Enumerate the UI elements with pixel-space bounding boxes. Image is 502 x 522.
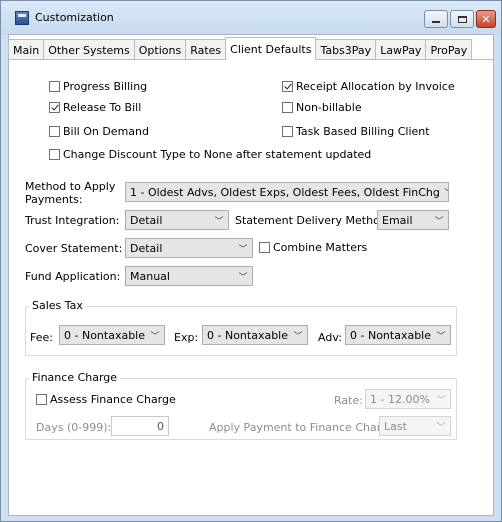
release-to-bill-label: Release To Bill [63,101,142,114]
change-discount-label: Change Discount Type to None after state… [63,148,372,161]
finance-charge-title: Finance Charge [29,371,121,384]
change-discount-checkbox[interactable]: Change Discount Type to None after state… [49,148,371,161]
exp-label: Exp: [174,331,199,344]
progress-billing-label: Progress Billing [63,80,148,93]
bill-on-demand-label: Bill On Demand [63,125,149,138]
window-title: Customization [35,11,114,24]
non-billable-label: Non-billable [296,101,362,114]
adv-label: Adv: [318,331,342,344]
checkbox-box[interactable] [49,149,60,160]
chevron-down-icon: ﹀ [238,244,248,255]
tab-main[interactable]: Main [8,39,45,60]
task-based-billing-label: Task Based Billing Client [296,125,430,138]
combine-matters-checkbox[interactable]: Combine Matters [259,241,367,254]
checkbox-box[interactable] [282,102,293,113]
release-to-bill-checkbox[interactable]: Release To Bill [49,101,141,114]
tab-options[interactable]: Options [133,39,187,60]
tab-client-defaults[interactable]: Client Defaults [225,37,317,60]
apply-payment-finance-charge-select[interactable]: Last ﹀ [379,416,451,436]
customization-window: Customization ✕ Main Other Systems Optio… [0,0,502,522]
fee-label: Fee: [30,331,53,344]
maximize-icon [457,15,467,23]
statement-delivery-method-select[interactable]: Email ﹀ [377,210,449,230]
tab-propay[interactable]: ProPay [425,39,473,60]
statement-delivery-method-label: Statement Delivery Method: [235,214,391,227]
select-value: 0 - Nontaxable [64,328,146,342]
tab-rates[interactable]: Rates [185,39,227,60]
chevron-down-icon: ﹀ [293,331,303,342]
app-icon [15,11,29,25]
checkbox-box[interactable] [259,242,270,253]
checkbox-box[interactable] [49,81,60,92]
tab-lawpay[interactable]: LawPay [375,39,427,60]
receipt-allocation-label: Receipt Allocation by Invoice [296,80,455,93]
select-value: Detail [130,241,163,255]
assess-finance-charge-checkbox[interactable]: Assess Finance Charge [36,393,176,406]
tab-other-systems[interactable]: Other Systems [43,39,135,60]
adv-tax-select[interactable]: 0 - Nontaxable ﹀ [345,325,451,345]
fund-application-select[interactable]: Manual ﹀ [125,266,253,286]
apply-payment-finance-charge-label: Apply Payment to Finance Charge: [209,421,399,434]
cover-statement-label: Cover Statement: [25,242,123,255]
checkbox-box[interactable] [282,81,293,92]
fee-tax-select[interactable]: 0 - Nontaxable ﹀ [59,325,165,345]
tab-tabs3pay[interactable]: Tabs3Pay [315,39,377,60]
trust-integration-select[interactable]: Detail ﹀ [125,210,229,230]
chevron-down-icon: ﹀ [214,216,224,227]
task-based-billing-checkbox[interactable]: Task Based Billing Client [282,125,430,138]
maximize-button[interactable] [450,10,474,28]
select-value: Detail [130,213,163,227]
combine-matters-label: Combine Matters [273,241,368,254]
trust-integration-label: Trust Integration: [25,214,120,227]
chevron-down-icon: ﹀ [238,272,248,283]
rate-select[interactable]: 1 - 12.00% ﹀ [365,389,451,409]
chevron-down-icon: ﹀ [436,422,446,433]
rate-label: Rate: [334,394,363,407]
select-value: 0 - Nontaxable [207,328,289,342]
client-defaults-content: Progress Billing Receipt Allocation by I… [9,59,493,515]
checkbox-box[interactable] [282,126,293,137]
exp-tax-select[interactable]: 0 - Nontaxable ﹀ [202,325,308,345]
chevron-down-icon: ﹀ [436,331,446,342]
days-input[interactable]: 0 [111,416,169,436]
select-value: 1 - Oldest Advs, Oldest Exps, Oldest Fee… [130,185,440,199]
close-button[interactable]: ✕ [476,10,496,28]
select-value: 0 - Nontaxable [350,328,432,342]
select-value: Email [382,213,413,227]
select-value: Last [384,419,407,433]
minimize-button[interactable] [424,10,448,28]
chevron-down-icon: ﹀ [150,331,160,342]
checkbox-box[interactable] [49,126,60,137]
bill-on-demand-checkbox[interactable]: Bill On Demand [49,125,149,138]
chevron-down-icon: ﹀ [434,216,444,227]
tab-strip: Main Other Systems Options Rates Client … [8,37,473,60]
method-to-apply-payments-label: Method to Apply Payments: [25,180,116,206]
non-billable-checkbox[interactable]: Non-billable [282,101,362,114]
method-to-apply-payments-select[interactable]: 1 - Oldest Advs, Oldest Exps, Oldest Fee… [125,182,449,202]
sales-tax-title: Sales Tax [29,299,86,312]
checkbox-box[interactable] [49,102,60,113]
fund-application-label: Fund Application: [25,270,121,283]
cover-statement-select[interactable]: Detail ﹀ [125,238,253,258]
select-value: Manual [130,269,170,283]
select-value: 1 - 12.00% [370,392,430,406]
close-icon: ✕ [481,12,491,26]
receipt-allocation-checkbox[interactable]: Receipt Allocation by Invoice [282,80,455,93]
chevron-down-icon: ﹀ [436,395,446,406]
progress-billing-checkbox[interactable]: Progress Billing [49,80,147,93]
title-bar: Customization ✕ [1,1,501,35]
days-label: Days (0-999): [36,421,112,434]
assess-finance-charge-label: Assess Finance Charge [50,393,176,406]
minimize-icon [432,21,440,23]
checkbox-box[interactable] [36,394,47,405]
chevron-down-icon: ﹀ [440,186,448,199]
